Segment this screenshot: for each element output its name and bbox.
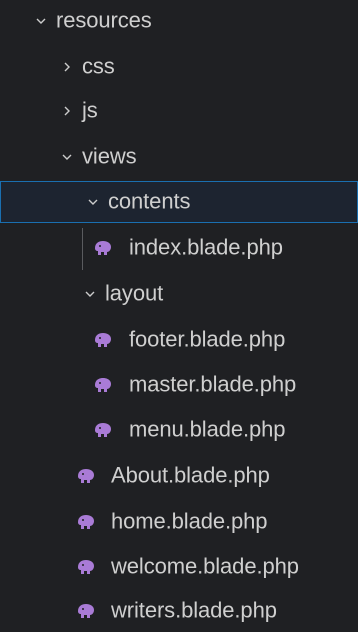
tree-folder-views[interactable]: views <box>0 136 358 178</box>
folder-label: contents <box>108 188 191 214</box>
file-label: footer.blade.php <box>129 326 286 352</box>
tree-file-writers-blade[interactable]: writers.blade.php <box>0 590 358 632</box>
chevron-down-icon <box>62 154 72 160</box>
php-elephant-icon <box>95 423 111 437</box>
tree-file-about-blade[interactable]: About.blade.php <box>0 455 358 497</box>
chevron-right-icon <box>64 62 70 72</box>
chevron-down-icon <box>88 199 98 205</box>
tree-folder-css[interactable]: css <box>0 46 358 88</box>
file-explorer: resources css js views contents index.bl… <box>0 0 358 632</box>
php-elephant-icon <box>95 378 111 392</box>
chevron-right-icon <box>64 106 70 116</box>
chevron-down-icon <box>36 18 46 24</box>
php-elephant-icon <box>78 604 94 618</box>
tree-folder-resources[interactable]: resources <box>0 0 358 42</box>
tree-file-menu-blade[interactable]: menu.blade.php <box>0 409 358 451</box>
file-label: menu.blade.php <box>129 416 286 442</box>
php-elephant-icon <box>95 241 111 255</box>
file-label: writers.blade.php <box>111 597 277 623</box>
file-label: About.blade.php <box>111 462 270 488</box>
tree-folder-js[interactable]: js <box>0 90 358 132</box>
tree-file-master-blade[interactable]: master.blade.php <box>0 364 358 406</box>
file-label: home.blade.php <box>111 508 268 534</box>
php-elephant-icon <box>78 560 94 574</box>
file-label: master.blade.php <box>129 371 297 397</box>
php-elephant-icon <box>78 469 94 483</box>
folder-label: css <box>82 53 115 79</box>
tree-file-home-blade[interactable]: home.blade.php <box>0 501 358 543</box>
folder-label: resources <box>56 7 152 33</box>
file-label: welcome.blade.php <box>111 553 299 579</box>
tree-folder-contents[interactable]: contents <box>0 181 358 223</box>
php-elephant-icon <box>95 333 111 347</box>
folder-label: layout <box>105 280 164 306</box>
tree-file-welcome-blade[interactable]: welcome.blade.php <box>0 546 358 588</box>
folder-label: js <box>82 97 98 123</box>
php-elephant-icon <box>78 515 94 529</box>
tree-file-index-blade[interactable]: index.blade.php <box>0 227 358 269</box>
tree-file-footer-blade[interactable]: footer.blade.php <box>0 319 358 361</box>
folder-label: views <box>82 143 137 169</box>
chevron-down-icon <box>85 291 95 297</box>
file-label: index.blade.php <box>129 234 283 260</box>
tree-folder-layout[interactable]: layout <box>0 273 358 315</box>
